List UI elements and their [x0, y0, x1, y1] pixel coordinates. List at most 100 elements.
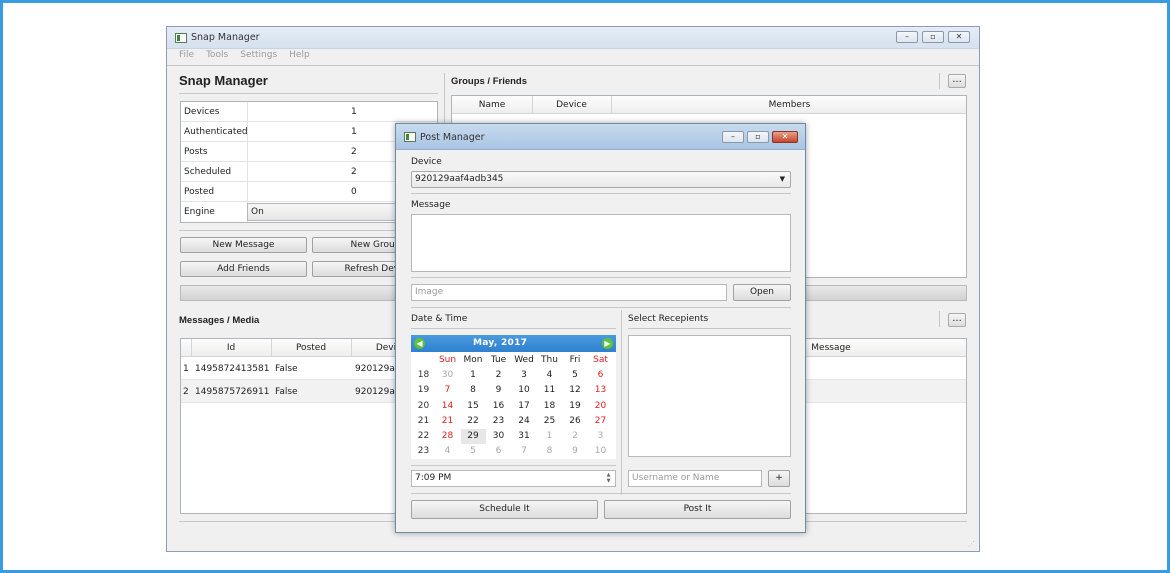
calendar-week-number: 20 — [417, 400, 430, 411]
device-select[interactable]: 920129aaf4adb345 ▼ — [411, 171, 791, 188]
dialog-maximize-icon[interactable]: ▫ — [747, 131, 769, 143]
dialog-titlebar: Post Manager – ▫ ✕ — [396, 124, 805, 150]
calendar-day[interactable]: 13 — [588, 383, 613, 398]
calendar-day[interactable]: 1 — [461, 368, 486, 383]
calendar-day[interactable]: 17 — [512, 399, 537, 414]
add-friends-button[interactable]: Add Friends — [180, 261, 307, 277]
datetime-label: Date & Time — [411, 314, 468, 324]
calendar-day[interactable]: 19 — [563, 399, 588, 414]
calendar-day[interactable]: 22 — [461, 414, 486, 429]
stat-value: 2 — [351, 147, 357, 157]
messages-more-button[interactable]: ... — [948, 313, 966, 327]
message-label: Message — [411, 200, 451, 210]
post-it-button[interactable]: Post It — [604, 500, 791, 519]
calendar-day[interactable]: 28 — [435, 429, 460, 444]
new-message-button[interactable]: New Message — [180, 237, 307, 253]
stat-value: 1 — [351, 127, 357, 137]
calendar-day[interactable]: 31 — [512, 429, 537, 444]
calendar-month-year[interactable]: May, 2017 — [473, 338, 527, 348]
calendar-day[interactable]: 4 — [435, 444, 460, 459]
calendar-day[interactable]: 21 — [435, 414, 460, 429]
resize-grip-icon[interactable]: ⋰ — [968, 540, 976, 548]
previous-month-icon[interactable]: ◀ — [414, 338, 425, 349]
stat-label: Scheduled — [184, 167, 232, 177]
groups-more-button[interactable]: ... — [948, 74, 966, 88]
cell-id: 1495875726911 — [195, 387, 270, 397]
maximize-icon[interactable]: ▫ — [922, 31, 944, 43]
calendar-day[interactable]: 11 — [537, 383, 562, 398]
image-path-input[interactable]: Image — [411, 284, 727, 301]
device-select-value: 920129aaf4adb345 — [415, 174, 504, 184]
calendar-day[interactable]: 14 — [435, 399, 460, 414]
recipients-underline — [628, 328, 791, 329]
minimize-icon[interactable]: – — [896, 31, 918, 43]
calendar-day[interactable]: 2 — [486, 368, 511, 383]
recipients-label: Select Recepients — [628, 314, 709, 324]
dialog-minimize-icon[interactable]: – — [722, 131, 744, 143]
add-recipient-button[interactable]: + — [768, 470, 790, 487]
stat-label: Authenticated — [184, 127, 248, 137]
device-label: Device — [411, 157, 442, 167]
message-textarea[interactable] — [411, 214, 791, 272]
column-header-device[interactable]: Device — [532, 100, 611, 110]
menu-file[interactable]: File — [179, 50, 194, 64]
column-header-posted[interactable]: Posted — [271, 343, 351, 353]
open-button[interactable]: Open — [733, 284, 791, 301]
calendar-day[interactable]: 25 — [537, 414, 562, 429]
calendar-day[interactable]: 10 — [588, 444, 613, 459]
calendar-day[interactable]: 23 — [486, 414, 511, 429]
cell-posted: False — [275, 364, 298, 374]
calendar-day[interactable]: 26 — [563, 414, 588, 429]
calendar-day[interactable]: 30 — [435, 368, 460, 383]
calendar-day[interactable]: 8 — [461, 383, 486, 398]
next-month-icon[interactable]: ▶ — [602, 338, 613, 349]
calendar-day[interactable]: 6 — [588, 368, 613, 383]
calendar-day[interactable]: 2 — [563, 429, 588, 444]
page-title: Snap Manager — [179, 73, 268, 88]
engine-label: Engine — [184, 207, 215, 217]
calendar-day[interactable]: 8 — [537, 444, 562, 459]
calendar-day[interactable]: 9 — [563, 444, 588, 459]
calendar-week-number: 22 — [417, 431, 430, 441]
app-icon — [175, 33, 187, 43]
spinner-arrows-icon[interactable]: ▲ ▼ — [604, 472, 613, 485]
calendar-week-number: 18 — [417, 370, 430, 381]
time-spinbox[interactable]: 7:09 PM ▲ ▼ — [411, 470, 616, 487]
menu-help[interactable]: Help — [289, 50, 310, 64]
calendar-day[interactable]: 7 — [435, 383, 460, 398]
calendar-day[interactable]: 6 — [486, 444, 511, 459]
close-icon[interactable]: ✕ — [948, 31, 970, 43]
calendar-day[interactable]: 3 — [588, 429, 613, 444]
calendar-day[interactable]: 7 — [512, 444, 537, 459]
main-titlebar: Snap Manager – ▫ ✕ — [167, 27, 979, 49]
calendar-day[interactable]: 5 — [563, 368, 588, 383]
calendar-day[interactable]: 5 — [461, 444, 486, 459]
column-header-id[interactable]: Id — [191, 343, 271, 353]
calendar-day[interactable]: 10 — [512, 383, 537, 398]
calendar-bottom-divider — [411, 465, 616, 466]
calendar-week-number: 19 — [417, 385, 430, 396]
column-header-name[interactable]: Name — [452, 100, 532, 110]
calendar-day[interactable]: 12 — [563, 383, 588, 398]
dialog-title: Post Manager — [420, 132, 485, 143]
calendar-day[interactable]: 15 — [461, 399, 486, 414]
stat-value: 0 — [351, 187, 357, 197]
menu-tools[interactable]: Tools — [206, 50, 228, 64]
calendar-day[interactable]: 29 — [460, 429, 486, 444]
calendar-day[interactable]: 27 — [588, 414, 613, 429]
calendar-day[interactable]: 16 — [486, 399, 511, 414]
username-input[interactable]: Username or Name — [628, 470, 762, 487]
calendar-day[interactable]: 4 — [537, 368, 562, 383]
calendar-day[interactable]: 3 — [512, 368, 537, 383]
calendar-day[interactable]: 30 — [486, 429, 511, 444]
calendar-day[interactable]: 1 — [537, 429, 562, 444]
menu-settings[interactable]: Settings — [240, 50, 277, 64]
calendar-day[interactable]: 9 — [486, 383, 511, 398]
recipients-list[interactable] — [628, 335, 791, 457]
dialog-close-icon[interactable]: ✕ — [772, 131, 798, 143]
schedule-it-button[interactable]: Schedule It — [411, 500, 598, 519]
column-header-members[interactable]: Members — [611, 100, 968, 110]
calendar-day[interactable]: 20 — [588, 399, 613, 414]
calendar-day[interactable]: 18 — [537, 399, 562, 414]
calendar-day[interactable]: 24 — [512, 414, 537, 429]
